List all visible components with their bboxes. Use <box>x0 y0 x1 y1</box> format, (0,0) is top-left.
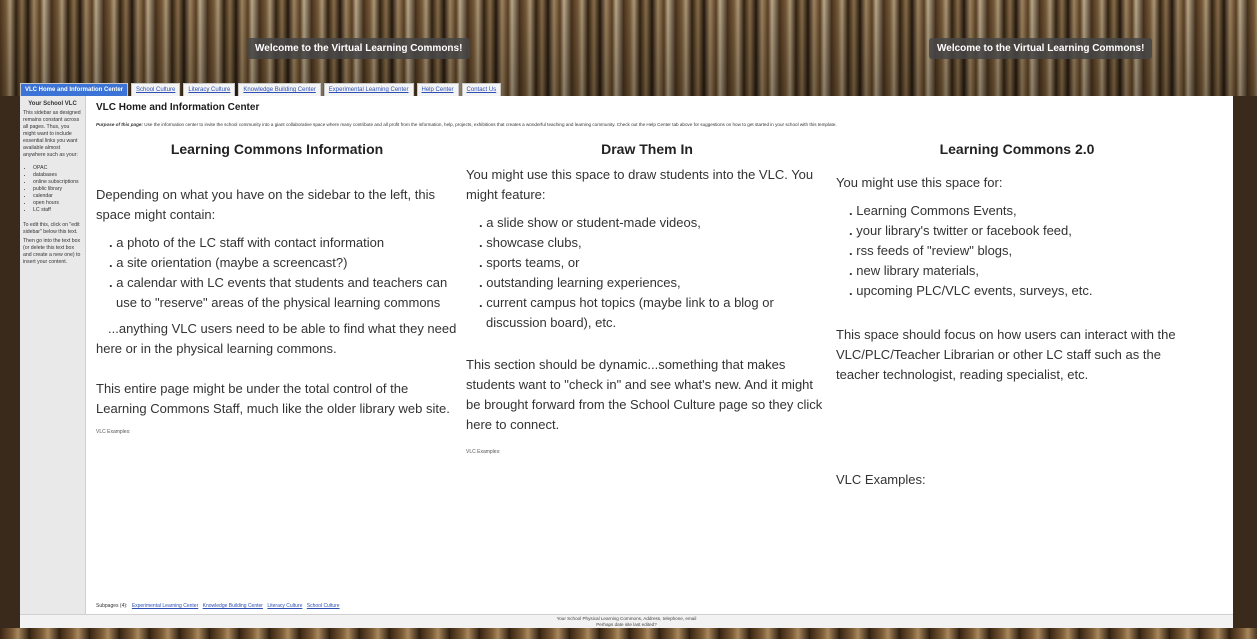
list-item: upcoming PLC/VLC events, surveys, etc. <box>846 281 1198 301</box>
column-list: a photo of the LC staff with contact inf… <box>106 233 458 313</box>
column-paragraph: This section should be dynamic...somethi… <box>466 357 823 432</box>
content-columns: Learning Commons Information Depending o… <box>96 141 1225 490</box>
list-item: new library materials, <box>846 261 1198 281</box>
column-paragraph: ...anything VLC users need to be able to… <box>96 321 457 356</box>
tab-school-culture[interactable]: School Culture <box>131 83 181 96</box>
subpage-link-knowledge-building-center[interactable]: Knowledge Building Center <box>203 603 263 609</box>
tab-contact-us[interactable]: Contact Us <box>461 83 502 96</box>
list-item: a slide show or student-made videos, <box>476 213 828 233</box>
list-item: a photo of the LC staff with contact inf… <box>106 233 458 253</box>
column-learning-commons-information: Learning Commons Information Depending o… <box>96 141 466 490</box>
main-content: VLC Home and Information Center Purpose … <box>86 96 1233 614</box>
list-item: a calendar with LC events that students … <box>106 273 458 313</box>
list-item: outstanding learning experiences, <box>476 273 828 293</box>
list-item: rss feeds of "review" blogs, <box>846 241 1198 261</box>
footer-background <box>0 628 1257 639</box>
sidebar-edit-note: To edit this, click on "edit sidebar" be… <box>23 222 80 236</box>
page-title: VLC Home and Information Center <box>96 102 260 113</box>
purpose-text: Use the information center to invite the… <box>142 122 837 127</box>
sidebar-item-public-library[interactable]: public library <box>33 186 82 193</box>
tab-knowledge-building-center[interactable]: Knowledge Building Center <box>238 83 321 96</box>
welcome-banner-left: Welcome to the Virtual Learning Commons! <box>247 38 471 59</box>
sidebar-item-open-hours[interactable]: open hours <box>33 200 82 207</box>
purpose-label: Purpose of this page: <box>96 122 143 127</box>
page-footer: Your School Physical Learning Commons, A… <box>20 614 1233 628</box>
tab-vlc-home[interactable]: VLC Home and Information Center <box>20 83 129 96</box>
column-heading: Draw Them In <box>601 141 693 157</box>
tab-experimental-learning-center[interactable]: Experimental Learning Center <box>323 83 414 96</box>
sidebar-link-list: OPAC databases online subscriptions publ… <box>33 165 82 214</box>
subpage-link-experimental-learning-center[interactable]: Experimental Learning Center <box>132 603 198 609</box>
column-heading: Learning Commons Information <box>170 141 384 157</box>
column-list: Learning Commons Events, your library's … <box>846 201 1198 301</box>
sidebar-item-opac[interactable]: OPAC <box>33 165 82 172</box>
page-purpose: Purpose of this page: Use the informatio… <box>96 122 1225 127</box>
vlc-examples-label: VLC Examples: <box>466 449 501 455</box>
sidebar-intro: This sidebar as designed remains constan… <box>23 110 81 159</box>
tab-literacy-culture[interactable]: Literacy Culture <box>183 83 236 96</box>
sidebar-item-calendar[interactable]: calendar <box>33 193 82 200</box>
column-draw-them-in: Draw Them In You might use this space to… <box>466 141 836 490</box>
list-item: Learning Commons Events, <box>846 201 1198 221</box>
sidebar-item-databases[interactable]: databases <box>33 172 82 179</box>
vlc-examples-label: VLC Examples: <box>836 472 926 487</box>
sidebar-item-online-subscriptions[interactable]: online subscriptions <box>33 179 82 186</box>
column-list: a slide show or student-made videos, sho… <box>476 213 828 333</box>
column-paragraph: You might use this space for: <box>836 175 1003 190</box>
list-item: your library's twitter or facebook feed, <box>846 221 1198 241</box>
sidebar-edit-instructions: Then go into the text box (or delete thi… <box>23 238 81 266</box>
welcome-banner-right: Welcome to the Virtual Learning Commons! <box>929 38 1153 59</box>
page-content: Your School VLC This sidebar as designed… <box>20 96 1233 614</box>
list-item: current campus hot topics (maybe link to… <box>476 293 828 333</box>
subpage-link-literacy-culture[interactable]: Literacy Culture <box>267 603 302 609</box>
column-paragraph: This space should focus on how users can… <box>836 327 1176 382</box>
sidebar-title: Your School VLC <box>28 101 77 107</box>
column-learning-commons-2: Learning Commons 2.0 You might use this … <box>836 141 1206 490</box>
subpage-link-school-culture[interactable]: School Culture <box>307 603 340 609</box>
column-paragraph: Depending on what you have on the sideba… <box>96 187 435 222</box>
list-item: a site orientation (maybe a screencast?) <box>106 253 458 273</box>
list-item: sports teams, or <box>476 253 828 273</box>
site-navigation-tabs: VLC Home and Information Center School C… <box>20 83 502 96</box>
column-paragraph: You might use this space to draw student… <box>466 167 814 202</box>
column-heading: Learning Commons 2.0 <box>939 141 1095 157</box>
subpages-bar: Subpages (4): Experimental Learning Cent… <box>96 603 340 609</box>
column-paragraph: This entire page might be under the tota… <box>96 381 450 416</box>
tab-help-center[interactable]: Help Center <box>416 83 459 96</box>
vlc-examples-label: VLC Examples: <box>96 429 131 435</box>
sidebar: Your School VLC This sidebar as designed… <box>20 96 86 614</box>
sidebar-item-lc-staff[interactable]: LC staff <box>33 207 82 214</box>
list-item: showcase clubs, <box>476 233 828 253</box>
subpages-label: Subpages (4): <box>96 603 128 609</box>
